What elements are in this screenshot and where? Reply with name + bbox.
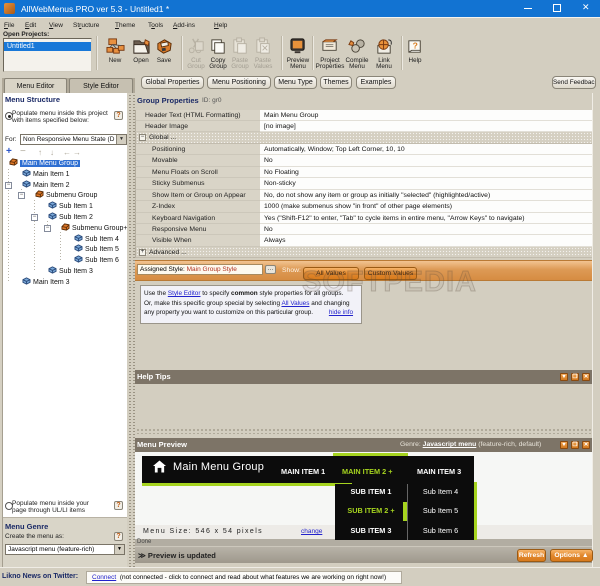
svg-text:?: ? [412, 40, 417, 50]
